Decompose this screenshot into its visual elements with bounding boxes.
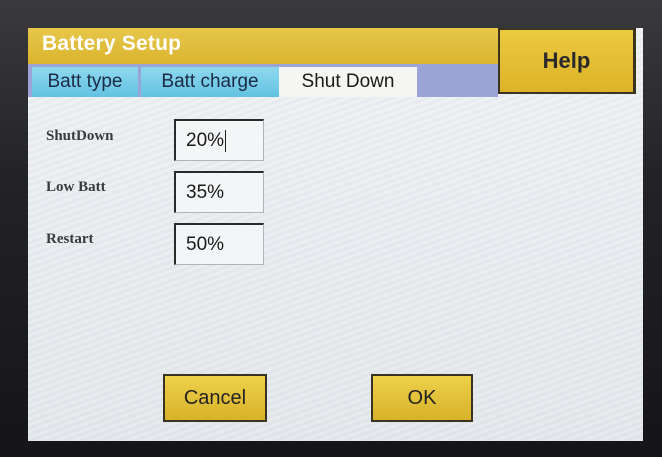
touch-screen: Battery Setup Help Batt type Batt charge… xyxy=(28,28,643,441)
help-button[interactable]: Help xyxy=(498,28,636,94)
tab-batt-type[interactable]: Batt type xyxy=(32,67,138,97)
device-bezel: Battery Setup Help Batt type Batt charge… xyxy=(0,0,662,457)
cancel-button[interactable]: Cancel xyxy=(163,374,267,422)
shutdown-field[interactable]: 20% xyxy=(174,119,264,161)
shutdown-value: 20% xyxy=(186,129,225,151)
restart-label: Restart xyxy=(46,231,94,247)
shutdown-label: ShutDown xyxy=(46,128,114,144)
ok-button[interactable]: OK xyxy=(371,374,473,422)
tab-shut-down[interactable]: Shut Down xyxy=(279,67,417,97)
text-caret xyxy=(225,129,227,152)
tab-bar: Batt type Batt charge Shut Down xyxy=(28,64,498,97)
tab-batt-charge[interactable]: Batt charge xyxy=(141,67,279,97)
low-batt-label: Low Batt xyxy=(46,179,106,195)
title-bar: Battery Setup xyxy=(28,28,498,64)
window-title: Battery Setup xyxy=(42,32,182,55)
low-batt-value: 35% xyxy=(186,181,225,203)
restart-field[interactable]: 50% xyxy=(174,223,264,265)
restart-value: 50% xyxy=(186,233,225,255)
low-batt-field[interactable]: 35% xyxy=(174,171,264,213)
